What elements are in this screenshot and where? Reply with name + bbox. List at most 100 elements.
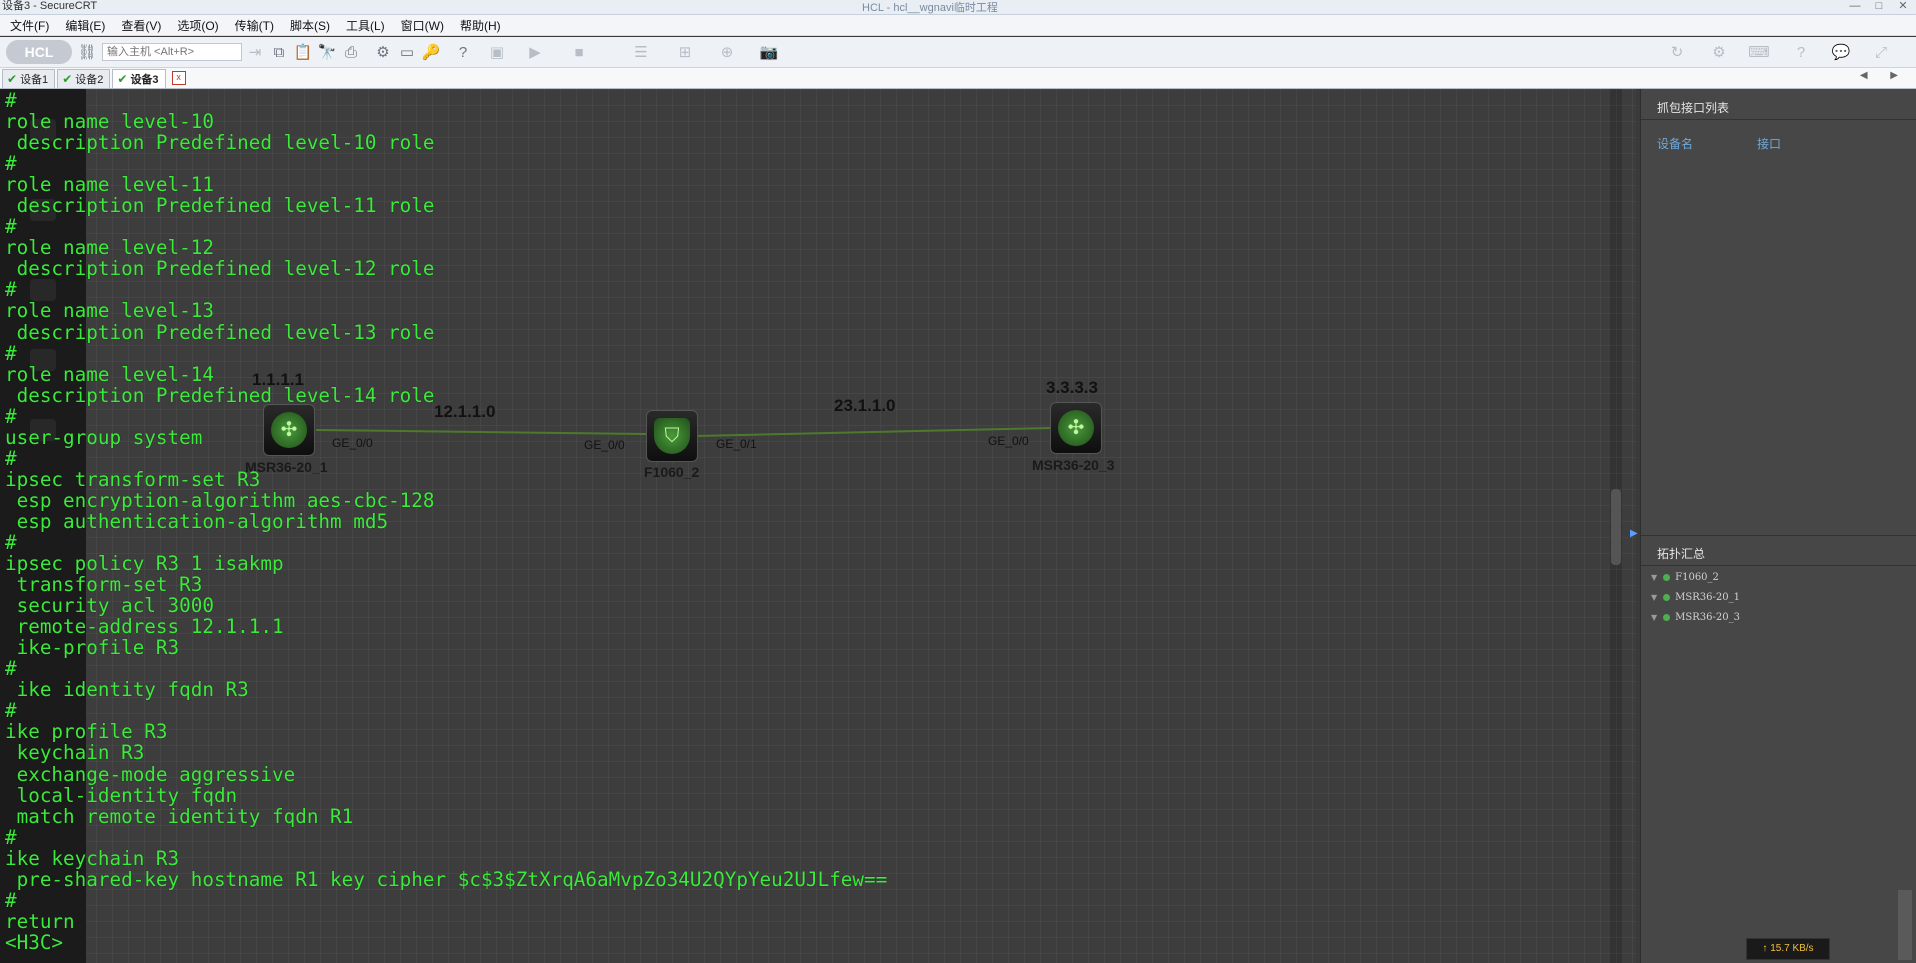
menu-help[interactable]: 帮助(H) (460, 17, 501, 34)
terminal-line: # (5, 215, 17, 239)
tab-scroll-arrows[interactable]: ◀ ▶ (1860, 70, 1908, 81)
menu-options[interactable]: 选项(O) (177, 17, 218, 34)
summary-item[interactable]: ▼ MSR36-20_3 (1651, 612, 1740, 623)
menu-tools[interactable]: 工具(L) (346, 17, 385, 34)
divider (1641, 535, 1916, 536)
settings-icon[interactable]: ⚙ (372, 41, 394, 63)
overlay-window-title: HCL - hcl__wgnavi临时工程 (862, 2, 998, 14)
terminal-line: # (5, 341, 17, 365)
column-header-device[interactable]: 设备名 (1657, 135, 1693, 152)
terminal-line: ike profile R3 (5, 720, 168, 744)
menu-view[interactable]: 查看(V) (121, 17, 161, 34)
terminal-line: esp authentication-algorithm md5 (5, 509, 389, 533)
menu-transfer[interactable]: 传输(T) (235, 17, 274, 34)
terminal-line: # (5, 825, 17, 849)
topology-summary-title: 拓扑汇总 (1657, 547, 1706, 561)
summary-item-label: MSR36-20_3 (1675, 612, 1740, 623)
question-icon[interactable]: ? (1790, 41, 1812, 63)
panel-scrollbar[interactable] (1898, 890, 1912, 960)
window-controls: — □ ✕ (1848, 0, 1910, 12)
terminal-line: return (5, 909, 75, 933)
terminal-line: # (5, 404, 17, 428)
link-icon[interactable]: ⛓ (76, 41, 98, 63)
menu-file[interactable]: 文件(F) (10, 17, 49, 34)
add-circle-icon[interactable]: ⊕ (716, 41, 738, 63)
minimize-button[interactable]: — (1848, 0, 1862, 12)
expand-arrow-icon[interactable]: ▼ (1651, 593, 1657, 602)
connected-check-icon: ✔ (7, 72, 18, 86)
paste-icon[interactable]: 📋 (292, 41, 314, 63)
terminal-line: role name level-14 (5, 362, 214, 386)
hcl-logo: HCL (6, 40, 72, 64)
image-icon[interactable]: ▣ (486, 41, 508, 63)
window-title: 设备3 - SecureCRT (2, 0, 98, 12)
print-icon[interactable]: ⎙ (340, 41, 362, 63)
status-dot-icon (1663, 594, 1671, 601)
expand-arrow-icon[interactable]: ▼ (1651, 573, 1657, 582)
summary-item[interactable]: ▼ F1060_2 (1651, 572, 1719, 583)
terminal-line: role name level-11 (5, 173, 214, 197)
play-icon[interactable]: ▶ (524, 41, 546, 63)
connected-check-icon: ✔ (62, 72, 73, 86)
help-icon[interactable]: ? (452, 41, 474, 63)
host-input[interactable] (102, 43, 242, 61)
chat-icon[interactable]: 💬 (1830, 41, 1852, 63)
close-tab-icon[interactable]: x (171, 71, 186, 85)
terminal-line: # (5, 530, 17, 554)
menu-window[interactable]: 窗口(W) (401, 17, 444, 34)
list-icon[interactable]: ☰ (630, 41, 652, 63)
expand-icon[interactable]: ⤢ (1870, 41, 1892, 63)
tab-device-2[interactable]: ✔ 设备2 (57, 69, 111, 88)
expand-arrow-icon[interactable]: ▼ (1651, 613, 1657, 622)
menu-script[interactable]: 脚本(S) (290, 17, 330, 34)
terminal-line: # (5, 699, 17, 723)
right-side-panel: 抓包接口列表 设备名 接口 拓扑汇总 ▼ F1060_2 ▼ MSR36-20_… (1640, 89, 1916, 963)
find-icon[interactable]: 🔭 (316, 41, 338, 63)
terminal-line: user-group system (5, 425, 203, 449)
terminal-line: # (5, 89, 17, 112)
terminal-output[interactable]: # role name level-10 description Predefin… (5, 90, 1605, 953)
panel-collapse-icon[interactable]: ▶ (1630, 528, 1638, 539)
session-tab-bar: ✔ 设备1 ✔ 设备2 ✔ 设备3 x ◀ ▶ (0, 68, 1916, 89)
camera-icon[interactable]: 📷 (758, 41, 780, 63)
gear-icon[interactable]: ⚙ (1708, 41, 1730, 63)
keymap-icon[interactable]: ▭ (396, 41, 418, 63)
terminal-line: ike keychain R3 (5, 846, 180, 870)
terminal-line: transform-set R3 (5, 573, 203, 597)
summary-item-label: F1060_2 (1675, 572, 1719, 583)
copy-icon[interactable]: ⧉ (268, 41, 290, 63)
summary-item[interactable]: ▼ MSR36-20_1 (1651, 592, 1740, 603)
terminal-line: # (5, 657, 17, 681)
stop-icon[interactable]: ■ (568, 41, 590, 63)
add-frame-icon[interactable]: ⊞ (674, 41, 696, 63)
terminal-line: role name level-10 (5, 110, 214, 134)
tab-label: 设备2 (75, 74, 104, 86)
terminal-line: role name level-13 (5, 299, 214, 323)
menu-bar: 文件(F) 编辑(E) 查看(V) 选项(O) 传输(T) 脚本(S) 工具(L… (0, 15, 1916, 36)
terminal-line: role name level-12 (5, 236, 214, 260)
menu-edit[interactable]: 编辑(E) (65, 17, 105, 34)
tab-device-3[interactable]: ✔ 设备3 (112, 69, 166, 88)
column-header-interface[interactable]: 接口 (1757, 135, 1781, 152)
summary-item-label: MSR36-20_1 (1675, 592, 1740, 603)
terminal-line: description Predefined level-11 role (5, 194, 435, 218)
cmd-icon[interactable]: ⌨ (1748, 41, 1770, 63)
toolbar: HCL ⛓ ⇥ ⧉ 📋 🔭 ⎙ ⚙ ▭ 🔑 ? ▣ ▶ ■ ☰ ⊞ ⊕ 📷 ↻ … (0, 37, 1916, 68)
terminal-line: # (5, 888, 17, 912)
maximize-button[interactable]: □ (1872, 0, 1886, 12)
window-title-bar: 设备3 - SecureCRT HCL - hcl__wgnavi临时工程 — … (0, 0, 1916, 15)
key-icon[interactable]: 🔑 (420, 41, 442, 63)
refresh-icon[interactable]: ↻ (1666, 41, 1688, 63)
status-dot-icon (1663, 574, 1671, 581)
terminal-line: description Predefined level-10 role (5, 131, 435, 155)
divider (1641, 565, 1916, 566)
tab-label: 设备1 (20, 74, 49, 86)
terminal-line: # (5, 152, 17, 176)
terminal-scrollbar[interactable] (1610, 89, 1622, 963)
connect-icon[interactable]: ⇥ (244, 41, 266, 63)
status-dot-icon (1663, 614, 1671, 621)
terminal-line: ike-profile R3 (5, 636, 180, 660)
close-button[interactable]: ✕ (1896, 0, 1910, 12)
scrollbar-thumb[interactable] (1611, 489, 1621, 565)
tab-device-1[interactable]: ✔ 设备1 (2, 69, 56, 88)
